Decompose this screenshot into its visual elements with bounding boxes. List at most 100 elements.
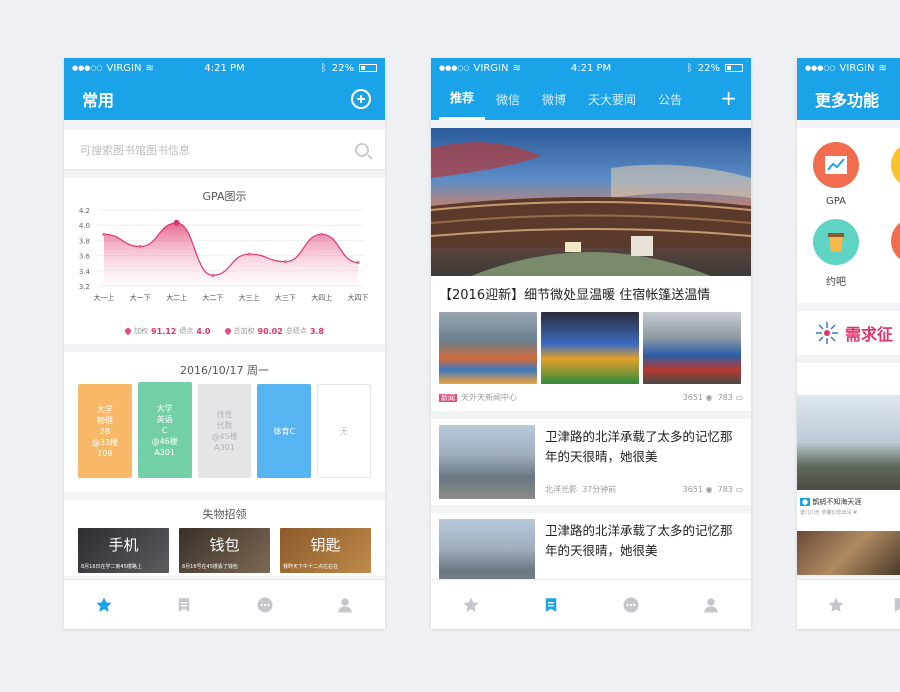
news-thumbnail [439,425,535,499]
y-tick-label: 3.6 [79,253,91,261]
tab-recommend[interactable]: 推荐 [439,78,486,120]
page-title: 更多功能 [815,91,880,110]
demand-banner[interactable]: 需求征 [797,311,900,355]
status-bar: ●●●○○ VIRGIN ≋ 4:21 PM ᛒ 22% [431,58,751,78]
schedule-card[interactable]: 2016/10/17 周一 大学 物理 2B @33楼 109 大学 英语 C @46楼 A301… [64,352,385,492]
tab-tju-news[interactable]: 天大要闻 [577,78,647,120]
search-icon[interactable] [355,142,369,157]
battery-icon [359,64,377,72]
tent-photo[interactable] [439,312,537,384]
lost-item-desc: 8月16号在45楼丢了钱包 [182,564,238,570]
news-source: 天外天新闻中心 [461,393,517,402]
feature-grid: GPA 约吧 [797,128,900,303]
caption-text: 鹊鸫不知海天涯 [812,498,862,506]
lost-item[interactable]: 钱包 8月16号在45楼丢了钱包 [179,528,270,573]
star-icon[interactable] [827,595,845,615]
comment-count: 783 [717,393,733,402]
user-icon[interactable] [335,595,355,615]
news-time: 37分钟前 [582,485,617,494]
gpa-point [173,219,180,226]
news-item[interactable]: 卫津路的北洋承载了太多的记忆那年的天很晴，她很美 北洋光影 37分钟前 3651… [431,419,751,505]
course-block[interactable]: 无 [317,384,371,478]
schedule-row: 大学 物理 2B @33楼 109 大学 英语 C @46楼 A301 线性 代数 @45楼 A301 体育… [64,378,385,478]
y-tick-label: 4.0 [79,222,90,230]
chat-icon[interactable] [621,595,641,615]
news-tag: 新闻 [439,394,457,402]
tab-weibo[interactable]: 微博 [531,78,577,120]
yueba-label: 约吧 [826,277,846,288]
course-text: 体育C [273,426,296,436]
eye-icon: ◉ [705,393,713,402]
course-block[interactable]: 线性 代数 @45楼 A301 [197,384,252,478]
course-block[interactable]: 大学 英语 C @46楼 A301 [137,382,192,478]
add-tab-button[interactable]: + [720,86,737,110]
chat-icon[interactable] [255,595,275,615]
gpa-legend: 加权 91.12 绩点 4.0 总加权 90.02 总绩点 3.8 [64,326,385,336]
view-count: 3651 [682,485,703,494]
lost-item-desc: 8月16日在学二到45楼路上 [81,564,142,570]
header: ●●●○○ VIRGIN ≋ 4:21 PM ᛒ 22% 推荐 微信 微博 天大要闻 … [431,58,751,120]
legend-total: 总加权 90.02 总绩点 3.8 [223,326,324,336]
y-tick-label: 3.8 [79,237,90,245]
star-icon[interactable] [94,595,114,615]
lost-item[interactable]: 钥匙 我昨天下午十二点左右在 [280,528,371,573]
burst-icon [816,322,838,344]
course-text: 物理 [96,415,113,425]
tab-bar [64,579,385,629]
star-icon[interactable] [461,595,481,615]
course-text: 无 [340,426,349,436]
carrier: VIRGIN [839,62,875,74]
tab-notice[interactable]: 公告 [647,78,693,120]
gpa-tile[interactable] [813,142,859,188]
course-text: 大学 [156,403,173,413]
tab-wechat[interactable]: 微信 [485,78,531,120]
campus-photo [431,142,751,276]
news-meta: 北洋光影 37分钟前 3651 ◉ 783 ▭ [545,484,743,499]
bookmark-icon[interactable] [174,595,194,615]
chart-icon [825,156,847,174]
add-button[interactable] [351,89,371,109]
hero-image[interactable] [431,128,751,276]
lost-found-row: 手机 8月16日在学二到45楼路上 钱包 8月16号在45楼丢了钱包 钥匙 我昨… [64,522,385,573]
comment-icon: ▭ [735,485,743,494]
legend-label: 总绩点 [285,327,307,335]
tab-bar [431,579,751,629]
phone-screen-news: ●●●○○ VIRGIN ≋ 4:21 PM ᛒ 22% 推荐 微信 微博 天大要闻 … [431,58,751,629]
lost-found-card[interactable]: 失物招领 手机 8月16日在学二到45楼路上 钱包 8月16号在45楼丢了钱包 … [64,500,385,576]
gpa-point [283,260,288,264]
course-block[interactable]: 大学 物理 2B @33楼 109 [78,384,132,478]
bookmark-icon[interactable] [891,595,900,615]
feature-tile[interactable] [891,218,900,264]
y-tick-label: 3.4 [79,268,91,276]
photo-card[interactable]: ● 鹊鸫不知海天涯 波儿川乐 表勝幻影出没 # [797,363,900,575]
course-text: C [161,425,168,435]
course-block[interactable]: 体育C [257,384,312,478]
sea-photo [797,395,900,490]
gpa-card[interactable]: GPA图示 4.2 4.0 3.8 3.6 3.4 3.2 大一上 大一下 大二上 大二下 大三上 大… [64,178,385,344]
bookmark-icon[interactable] [541,595,561,615]
course-text: 大学 [96,404,113,414]
feature-tile[interactable] [891,142,900,188]
featured-news[interactable]: 【2016迎新】细节微处显温暖 住宿帐篷送温情 新闻 天外天新闻中心 3651 ◉… [431,276,751,411]
lost-item[interactable]: 手机 8月16日在学二到45楼路上 [78,528,169,573]
view-count: 3651 [682,393,703,402]
x-tick-label: 大二上 [166,293,187,302]
search-placeholder: 可搜索图书馆图书信息 [80,143,190,157]
legend-label: 绩点 [179,327,194,335]
user-icon[interactable] [701,595,721,615]
photo-subcaption: 波儿川乐 表勝幻影出没 # [800,510,858,516]
yueba-tile[interactable] [813,219,859,265]
status-bar: ●●●○○ VIRGIN ≋ 4:21 PM ᛒ 22% [64,58,385,78]
course-text: 线性 [216,410,233,419]
course-text: 英语 [156,414,173,424]
featured-title: 【2016迎新】细节微处显温暖 住宿帐篷送温情 [439,288,711,303]
x-tick-label: 大三上 [239,293,260,302]
header: ●●●○○ VIRGIN ≋ 4:21 PM ᛒ 22% 常用 [64,58,385,120]
search-input[interactable]: 可搜索图书馆图书信息 [64,130,385,170]
tent-photo[interactable] [643,312,741,384]
lost-item-name: 钥匙 [310,536,341,554]
legend-value: 3.8 [309,326,324,336]
lost-item-desc: 我昨天下午十二点左右在 [283,564,339,570]
legend-value: 4.0 [196,326,211,336]
tent-photo[interactable] [541,312,639,384]
